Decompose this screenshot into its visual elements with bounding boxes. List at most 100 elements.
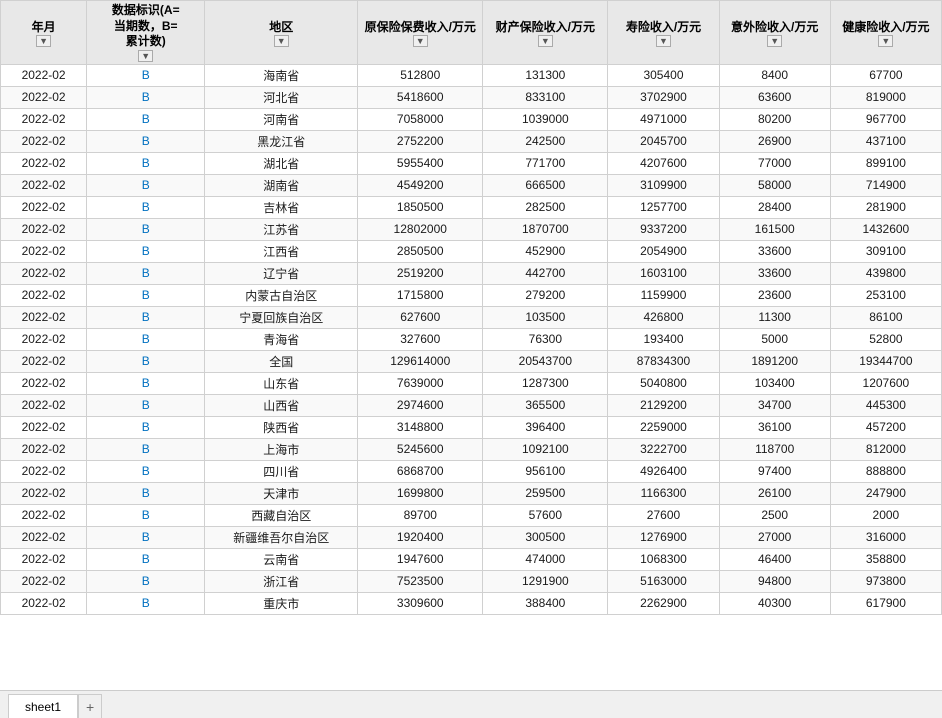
cell-accident: 36100 bbox=[719, 416, 830, 438]
cell-health: 617900 bbox=[830, 592, 941, 614]
table-row[interactable]: 2022-02B宁夏回族自治区6276001035004268001130086… bbox=[1, 306, 942, 328]
cell-health: 1207600 bbox=[830, 372, 941, 394]
cell-region: 江西省 bbox=[205, 240, 358, 262]
cell-premium: 3148800 bbox=[358, 416, 483, 438]
cell-health: 819000 bbox=[830, 86, 941, 108]
tab-bar: sheet1 + bbox=[0, 690, 942, 718]
cell-date: 2022-02 bbox=[1, 284, 87, 306]
cell-property: 396400 bbox=[483, 416, 608, 438]
tab-sheet1[interactable]: sheet1 bbox=[8, 694, 78, 718]
table-row[interactable]: 2022-02B天津市16998002595001166300261002479… bbox=[1, 482, 942, 504]
table-row[interactable]: 2022-02B新疆维吾尔自治区192040030050012769002700… bbox=[1, 526, 942, 548]
table-row[interactable]: 2022-02B西藏自治区89700576002760025002000 bbox=[1, 504, 942, 526]
table-row[interactable]: 2022-02B上海市52456001092100322270011870081… bbox=[1, 438, 942, 460]
cell-property: 259500 bbox=[483, 482, 608, 504]
table-row[interactable]: 2022-02B浙江省75235001291900516300094800973… bbox=[1, 570, 942, 592]
table-row[interactable]: 2022-02B山东省76390001287300504080010340012… bbox=[1, 372, 942, 394]
filter-health-icon[interactable]: ▼ bbox=[878, 35, 893, 47]
table-row[interactable]: 2022-02B四川省68687009561004926400974008888… bbox=[1, 460, 942, 482]
cell-accident: 118700 bbox=[719, 438, 830, 460]
table-row[interactable]: 2022-02B湖北省59554007717004207600770008991… bbox=[1, 152, 942, 174]
filter-region-icon[interactable]: ▼ bbox=[274, 35, 289, 47]
cell-marker: B bbox=[87, 218, 205, 240]
table-row[interactable]: 2022-02B河北省54186008331003702900636008190… bbox=[1, 86, 942, 108]
cell-accident: 58000 bbox=[719, 174, 830, 196]
table-row[interactable]: 2022-02B重庆市33096003884002262900403006179… bbox=[1, 592, 942, 614]
table-row[interactable]: 2022-02B海南省512800131300305400840067700 bbox=[1, 64, 942, 86]
table-row[interactable]: 2022-02B江西省28505004529002054900336003091… bbox=[1, 240, 942, 262]
cell-region: 海南省 bbox=[205, 64, 358, 86]
cell-accident: 97400 bbox=[719, 460, 830, 482]
table-row[interactable]: 2022-02B陕西省31488003964002259000361004572… bbox=[1, 416, 942, 438]
cell-date: 2022-02 bbox=[1, 548, 87, 570]
cell-accident: 80200 bbox=[719, 108, 830, 130]
cell-marker: B bbox=[87, 306, 205, 328]
filter-premium-icon[interactable]: ▼ bbox=[413, 35, 428, 47]
cell-marker: B bbox=[87, 328, 205, 350]
table-row[interactable]: 2022-02B全国129614000205437008783430018912… bbox=[1, 350, 942, 372]
cell-property: 1092100 bbox=[483, 438, 608, 460]
cell-health: 316000 bbox=[830, 526, 941, 548]
cell-region: 湖北省 bbox=[205, 152, 358, 174]
cell-health: 967700 bbox=[830, 108, 941, 130]
cell-marker: B bbox=[87, 130, 205, 152]
cell-accident: 11300 bbox=[719, 306, 830, 328]
cell-region: 西藏自治区 bbox=[205, 504, 358, 526]
table-row[interactable]: 2022-02B湖南省45492006665003109900580007149… bbox=[1, 174, 942, 196]
cell-date: 2022-02 bbox=[1, 196, 87, 218]
add-sheet-button[interactable]: + bbox=[78, 694, 102, 718]
cell-life: 2262900 bbox=[608, 592, 719, 614]
cell-date: 2022-02 bbox=[1, 64, 87, 86]
table-body: 2022-02B海南省51280013130030540084006770020… bbox=[1, 64, 942, 614]
filter-date-icon[interactable]: ▼ bbox=[36, 35, 51, 47]
cell-region: 河南省 bbox=[205, 108, 358, 130]
col-header-date: 年月 ▼ bbox=[1, 1, 87, 65]
cell-date: 2022-02 bbox=[1, 460, 87, 482]
cell-region: 内蒙古自治区 bbox=[205, 284, 358, 306]
cell-accident: 26100 bbox=[719, 482, 830, 504]
col-header-premium: 原保险保费收入/万元 ▼ bbox=[358, 1, 483, 65]
cell-marker: B bbox=[87, 438, 205, 460]
cell-date: 2022-02 bbox=[1, 328, 87, 350]
table-row[interactable]: 2022-02B河南省70580001039000497100080200967… bbox=[1, 108, 942, 130]
cell-date: 2022-02 bbox=[1, 416, 87, 438]
table-row[interactable]: 2022-02B吉林省18505002825001257700284002819… bbox=[1, 196, 942, 218]
cell-region: 云南省 bbox=[205, 548, 358, 570]
cell-health: 714900 bbox=[830, 174, 941, 196]
cell-premium: 6868700 bbox=[358, 460, 483, 482]
table-row[interactable]: 2022-02B江苏省12802000187070093372001615001… bbox=[1, 218, 942, 240]
cell-property: 131300 bbox=[483, 64, 608, 86]
cell-date: 2022-02 bbox=[1, 108, 87, 130]
cell-life: 3702900 bbox=[608, 86, 719, 108]
cell-marker: B bbox=[87, 196, 205, 218]
cell-marker: B bbox=[87, 240, 205, 262]
cell-marker: B bbox=[87, 570, 205, 592]
cell-region: 山东省 bbox=[205, 372, 358, 394]
table-row[interactable]: 2022-02B云南省19476004740001068300464003588… bbox=[1, 548, 942, 570]
table-row[interactable]: 2022-02B内蒙古自治区17158002792001159900236002… bbox=[1, 284, 942, 306]
cell-life: 27600 bbox=[608, 504, 719, 526]
cell-date: 2022-02 bbox=[1, 350, 87, 372]
table-row[interactable]: 2022-02B黑龙江省2752200242500204570026900437… bbox=[1, 130, 942, 152]
cell-life: 5040800 bbox=[608, 372, 719, 394]
filter-marker-icon[interactable]: ▼ bbox=[138, 50, 153, 62]
col-header-property: 财产保险收入/万元 ▼ bbox=[483, 1, 608, 65]
cell-property: 956100 bbox=[483, 460, 608, 482]
cell-premium: 4549200 bbox=[358, 174, 483, 196]
filter-life-icon[interactable]: ▼ bbox=[656, 35, 671, 47]
cell-premium: 5245600 bbox=[358, 438, 483, 460]
table-row[interactable]: 2022-02B青海省32760076300193400500052800 bbox=[1, 328, 942, 350]
cell-health: 445300 bbox=[830, 394, 941, 416]
table-row[interactable]: 2022-02B辽宁省25192004427001603100336004398… bbox=[1, 262, 942, 284]
cell-marker: B bbox=[87, 526, 205, 548]
cell-property: 279200 bbox=[483, 284, 608, 306]
table-row[interactable]: 2022-02B山西省29746003655002129200347004453… bbox=[1, 394, 942, 416]
cell-region: 湖南省 bbox=[205, 174, 358, 196]
filter-accident-icon[interactable]: ▼ bbox=[767, 35, 782, 47]
cell-accident: 5000 bbox=[719, 328, 830, 350]
cell-health: 253100 bbox=[830, 284, 941, 306]
cell-accident: 33600 bbox=[719, 240, 830, 262]
cell-accident: 27000 bbox=[719, 526, 830, 548]
cell-date: 2022-02 bbox=[1, 504, 87, 526]
filter-property-icon[interactable]: ▼ bbox=[538, 35, 553, 47]
